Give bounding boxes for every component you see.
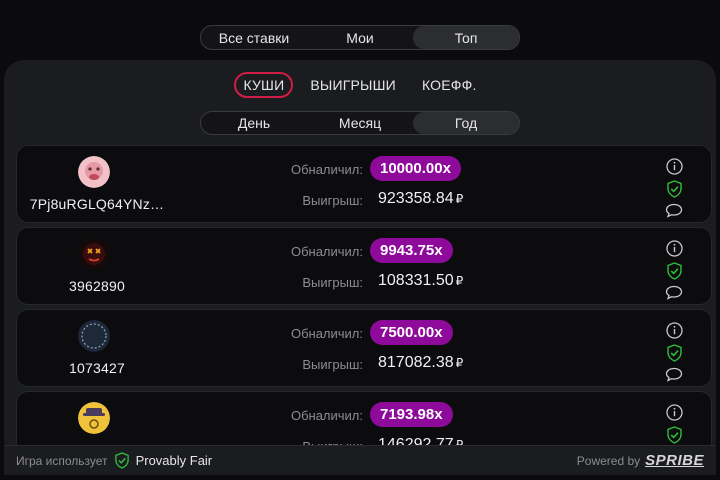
avatar-hat-icon (78, 402, 110, 434)
username: 3962890 (69, 278, 125, 294)
avatar (78, 238, 110, 270)
provably-fair-shield-icon (114, 452, 129, 469)
top-list: 7Pj8uRGLQ64YNz… Обналичил: 10000.00x Выи… (16, 145, 712, 460)
user-block: 3962890 (17, 228, 167, 306)
row-actions (665, 322, 683, 382)
avatar-moon-icon (78, 320, 110, 352)
list-item: 1073427 Обналичил: 7500.00x Выигрыш: 817… (16, 309, 712, 387)
cashed-label: Обналичил: (290, 162, 363, 177)
category-tabs: КУШИ ВЫИГРЫШИ КОЕФФ. (4, 72, 716, 98)
info-icon[interactable] (665, 322, 683, 339)
shield-check-icon[interactable] (666, 426, 683, 444)
win-label: Выигрыш: (302, 357, 363, 372)
username: 1073427 (69, 360, 125, 376)
bets-filter-tabs: Все ставки Мои Топ (200, 25, 520, 50)
avatar (78, 320, 110, 352)
win-amount: 923358.84 ₽ (378, 190, 463, 208)
user-block: 7Pj8uRGLQ64YNz… (17, 146, 167, 224)
username: 7Pj8uRGLQ64YNz… (29, 196, 165, 212)
multiplier-badge: 7193.98x (370, 402, 453, 427)
currency-symbol: ₽ (455, 192, 464, 206)
tab-my-bets[interactable]: Мои (307, 26, 413, 49)
list-item: 3962890 Обналичил: 9943.75x Выигрыш: 108… (16, 227, 712, 305)
win-amount-value: 817082.38 (378, 354, 454, 371)
shield-check-icon[interactable] (666, 344, 683, 362)
user-block: 1073427 (17, 310, 167, 388)
list-item: 7Pj8uRGLQ64YNz… Обналичил: 10000.00x Выи… (16, 145, 712, 223)
powered-by-text: Powered by (576, 453, 641, 468)
tab-year[interactable]: Год (413, 112, 519, 134)
footer-uses-text: Игра использует (16, 453, 108, 468)
shield-check-icon[interactable] (666, 262, 683, 280)
tab-jackpots[interactable]: КУШИ (234, 72, 294, 98)
info-icon[interactable] (665, 404, 683, 421)
win-amount: 108331.50 ₽ (378, 272, 463, 290)
win-amount-value: 923358.84 (378, 190, 454, 207)
cashed-label: Обналичил: (290, 408, 363, 423)
currency-symbol: ₽ (455, 274, 464, 288)
win-label: Выигрыш: (302, 275, 363, 290)
info-icon[interactable] (665, 240, 683, 257)
row-actions (665, 158, 683, 218)
tab-month[interactable]: Месяц (307, 112, 413, 134)
multiplier-badge: 10000.00x (370, 156, 461, 181)
footer: Игра использует Provably Fair Powered by… (4, 445, 716, 475)
period-tabs: День Месяц Год (200, 111, 520, 135)
avatar (78, 402, 110, 434)
cashed-label: Обналичил: (290, 244, 363, 259)
cashed-label: Обналичил: (290, 326, 363, 341)
multiplier-badge: 9943.75x (370, 238, 453, 263)
chat-bubble-icon[interactable] (665, 203, 683, 218)
tab-wins[interactable]: ВЫИГРЫШИ (301, 72, 405, 98)
shield-check-icon[interactable] (666, 180, 683, 198)
tab-top[interactable]: Топ (413, 26, 519, 49)
info-icon[interactable] (665, 158, 683, 175)
row-actions (665, 240, 683, 300)
multiplier-badge: 7500.00x (370, 320, 453, 345)
tab-all-bets[interactable]: Все ставки (201, 26, 307, 49)
win-amount: 817082.38 ₽ (378, 354, 463, 372)
provably-fair-link[interactable]: Provably Fair (136, 453, 213, 468)
avatar-skull-icon (78, 238, 110, 270)
chat-bubble-icon[interactable] (665, 367, 683, 382)
tab-coefficients[interactable]: КОЕФФ. (413, 72, 486, 98)
spribe-logo[interactable]: SPRIBE (645, 452, 704, 469)
currency-symbol: ₽ (455, 356, 464, 370)
bets-widget: Все ставки Мои Топ КУШИ ВЫИГРЫШИ КОЕФФ. (0, 0, 720, 480)
win-label: Выигрыш: (302, 193, 363, 208)
tab-day[interactable]: День (201, 112, 307, 134)
avatar-face-icon (78, 156, 110, 188)
win-amount-value: 108331.50 (378, 272, 454, 289)
chat-bubble-icon[interactable] (665, 285, 683, 300)
avatar (78, 156, 110, 188)
